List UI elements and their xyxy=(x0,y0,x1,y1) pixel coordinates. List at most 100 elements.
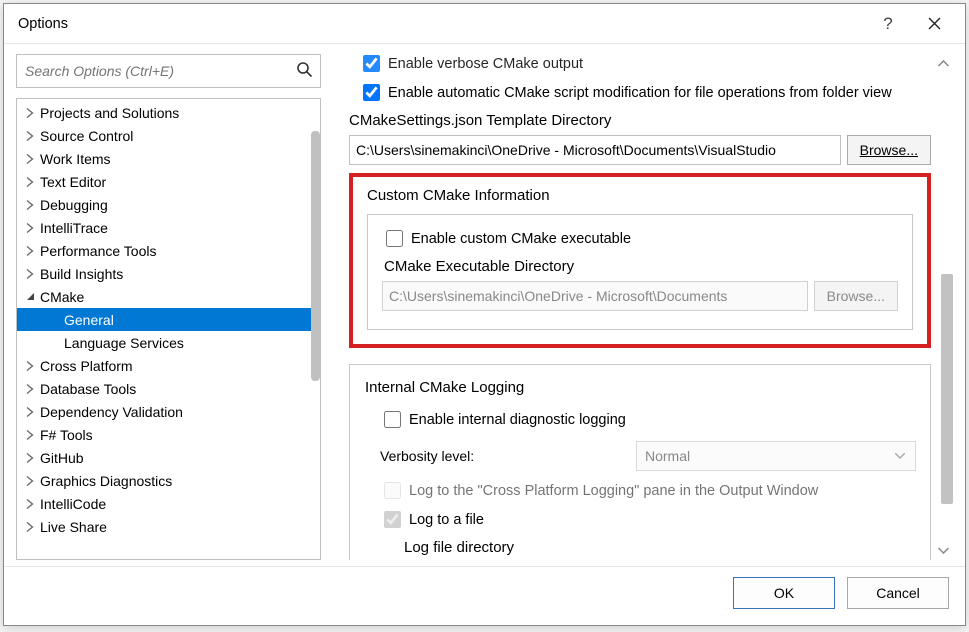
chevron-right-icon xyxy=(23,244,37,258)
custom-cmake-title: Custom CMake Information xyxy=(367,187,913,204)
log-pane-checkbox xyxy=(384,482,401,499)
tree-item-label: Cross Platform xyxy=(40,358,133,374)
tree-item-label: Debugging xyxy=(40,197,108,213)
window-title: Options xyxy=(18,16,865,32)
tree-item-label: General xyxy=(64,312,114,328)
settings-content: Enable verbose CMake output Enable autom… xyxy=(339,54,953,560)
tree-item-cross-platform[interactable]: Cross Platform xyxy=(17,354,320,377)
dialog-body: Projects and Solutions Source Control Work… xyxy=(4,44,965,566)
tree-item-source-control[interactable]: Source Control xyxy=(17,124,320,147)
settings-panel: Enable verbose CMake output Enable autom… xyxy=(339,54,953,560)
chevron-right-icon xyxy=(23,106,37,120)
tree-item-label: IntelliTrace xyxy=(40,220,108,236)
category-tree[interactable]: Projects and Solutions Source Control Work… xyxy=(17,99,320,559)
ok-button[interactable]: OK xyxy=(733,577,835,609)
tree-item-label: GitHub xyxy=(40,450,84,466)
exec-dir-label: CMake Executable Directory xyxy=(384,258,898,275)
template-dir-input[interactable] xyxy=(349,135,841,165)
template-dir-label: CMakeSettings.json Template Directory xyxy=(349,112,931,129)
chevron-right-icon xyxy=(23,175,37,189)
tree-item-label: Language Services xyxy=(64,335,184,351)
tree-item-label: Graphics Diagnostics xyxy=(40,473,172,489)
log-file-checkbox xyxy=(384,511,401,528)
tree-item-work-items[interactable]: Work Items xyxy=(17,147,320,170)
tree-item-intellicode[interactable]: IntelliCode xyxy=(17,492,320,515)
chevron-right-icon xyxy=(23,221,37,235)
search-input[interactable] xyxy=(16,54,321,88)
logging-title: Internal CMake Logging xyxy=(360,379,529,396)
verbosity-combo[interactable]: Normal xyxy=(636,441,916,471)
tree-item-github[interactable]: GitHub xyxy=(17,446,320,469)
tree-item-general[interactable]: General xyxy=(17,308,320,331)
enable-custom-cmake-label: Enable custom CMake executable xyxy=(411,231,631,247)
verbosity-label: Verbosity level: xyxy=(380,448,630,464)
tree-item-label: Source Control xyxy=(40,128,133,144)
log-pane-label: Log to the "Cross Platform Logging" pane… xyxy=(409,483,818,499)
enable-logging-checkbox[interactable] xyxy=(384,411,401,428)
tree-item-debugging[interactable]: Debugging xyxy=(17,193,320,216)
template-browse-button[interactable]: Browse... xyxy=(847,135,931,165)
chevron-right-icon xyxy=(23,520,37,534)
tree-item-performance-tools[interactable]: Performance Tools xyxy=(17,239,320,262)
tree-item-label: Performance Tools xyxy=(40,243,156,259)
tree-indent xyxy=(47,313,61,327)
close-icon xyxy=(928,17,941,30)
chevron-right-icon xyxy=(23,428,37,442)
logging-group: Internal CMake Logging Enable internal d… xyxy=(349,364,931,560)
tree-item-projects-and-solutions[interactable]: Projects and Solutions xyxy=(17,101,320,124)
close-button[interactable] xyxy=(911,8,957,40)
chevron-right-icon xyxy=(23,267,37,281)
search-container xyxy=(16,54,321,88)
auto-modification-label: Enable automatic CMake script modificati… xyxy=(388,85,892,101)
tree-scrollbar[interactable] xyxy=(311,131,320,381)
tree-item-graphics-diagnostics[interactable]: Graphics Diagnostics xyxy=(17,469,320,492)
titlebar: Options ? xyxy=(4,4,965,44)
tree-item-label: Projects and Solutions xyxy=(40,105,179,121)
tree-item-dependency-validation[interactable]: Dependency Validation xyxy=(17,400,320,423)
log-file-dir-label: Log file directory xyxy=(404,539,916,556)
chevron-right-icon xyxy=(23,405,37,419)
tree-item-live-share[interactable]: Live Share xyxy=(17,515,320,538)
chevron-right-icon xyxy=(23,474,37,488)
help-button[interactable]: ? xyxy=(865,8,911,40)
log-file-label: Log to a file xyxy=(409,512,484,528)
tree-item-label: Live Share xyxy=(40,519,107,535)
category-tree-container: Projects and Solutions Source Control Work… xyxy=(16,98,321,560)
chevron-right-icon xyxy=(23,451,37,465)
tree-item-label: CMake xyxy=(40,289,84,305)
tree-item-f-tools[interactable]: F# Tools xyxy=(17,423,320,446)
tree-item-label: F# Tools xyxy=(40,427,93,443)
chevron-right-icon xyxy=(23,129,37,143)
custom-cmake-inner: Enable custom CMake executable CMake Exe… xyxy=(367,214,913,330)
enable-custom-cmake-checkbox[interactable] xyxy=(386,230,403,247)
custom-cmake-group: Custom CMake Information Enable custom C… xyxy=(349,173,931,348)
enable-logging-label: Enable internal diagnostic logging xyxy=(409,412,626,428)
chevron-right-icon xyxy=(23,497,37,511)
tree-item-language-services[interactable]: Language Services xyxy=(17,331,320,354)
cancel-button[interactable]: Cancel xyxy=(847,577,949,609)
left-panel: Projects and Solutions Source Control Work… xyxy=(16,54,321,560)
verbose-output-checkbox[interactable] xyxy=(363,55,380,72)
tree-item-text-editor[interactable]: Text Editor xyxy=(17,170,320,193)
tree-item-label: Database Tools xyxy=(40,381,136,397)
chevron-down-icon xyxy=(23,290,37,304)
chevron-right-icon xyxy=(23,382,37,396)
tree-indent xyxy=(47,336,61,350)
tree-item-label: Dependency Validation xyxy=(40,404,183,420)
verbose-output-label: Enable verbose CMake output xyxy=(388,56,583,72)
dialog-footer: OK Cancel xyxy=(4,566,965,625)
tree-item-label: Build Insights xyxy=(40,266,123,282)
exec-dir-input xyxy=(382,281,808,311)
tree-item-label: IntelliCode xyxy=(40,496,106,512)
options-dialog: Options ? Projects and Sol xyxy=(3,3,966,626)
chevron-right-icon xyxy=(23,359,37,373)
tree-item-label: Work Items xyxy=(40,151,111,167)
tree-item-label: Text Editor xyxy=(40,174,106,190)
exec-browse-button: Browse... xyxy=(814,281,898,311)
auto-modification-checkbox[interactable] xyxy=(363,84,380,101)
tree-item-build-insights[interactable]: Build Insights xyxy=(17,262,320,285)
chevron-right-icon xyxy=(23,152,37,166)
tree-item-intellitrace[interactable]: IntelliTrace xyxy=(17,216,320,239)
tree-item-database-tools[interactable]: Database Tools xyxy=(17,377,320,400)
tree-item-cmake[interactable]: CMake xyxy=(17,285,320,308)
